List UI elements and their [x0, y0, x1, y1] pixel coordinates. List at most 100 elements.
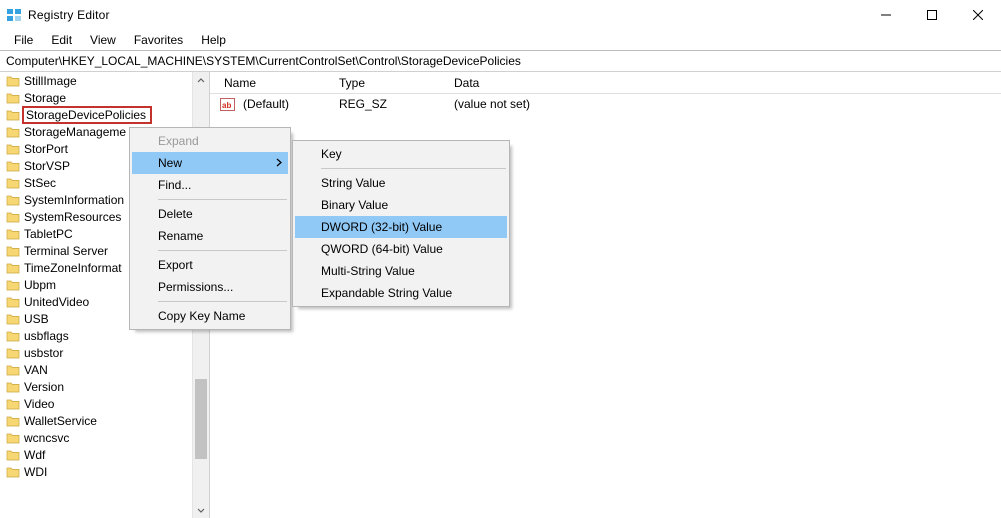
- folder-icon: [6, 74, 20, 88]
- folder-icon: [6, 261, 20, 275]
- folder-icon: [6, 397, 20, 411]
- ctx-new-option[interactable]: String Value: [295, 172, 507, 194]
- ctx-new-option[interactable]: Expandable String Value: [295, 282, 507, 304]
- tree-item-label: SystemInformation: [24, 193, 124, 207]
- tree-item[interactable]: WDI: [0, 463, 192, 480]
- folder-icon: [6, 346, 20, 360]
- menu-file[interactable]: File: [6, 31, 41, 49]
- tree-item-label: StorageDevicePolicies: [22, 106, 152, 124]
- tree-item-label: Storage: [24, 91, 66, 105]
- ctx-new-option[interactable]: Multi-String Value: [295, 260, 507, 282]
- tree-item-label: Video: [24, 397, 54, 411]
- svg-text:ab: ab: [222, 101, 231, 110]
- folder-icon: [6, 193, 20, 207]
- title-bar: Registry Editor: [0, 0, 1001, 30]
- menu-help[interactable]: Help: [193, 31, 234, 49]
- tree-item[interactable]: StillImage: [0, 72, 192, 89]
- folder-icon: [6, 295, 20, 309]
- value-type: REG_SZ: [335, 97, 450, 111]
- folder-icon: [6, 414, 20, 428]
- tree-item[interactable]: Version: [0, 378, 192, 395]
- value-row[interactable]: ab (Default) REG_SZ (value not set): [210, 94, 1001, 114]
- folder-icon: [6, 244, 20, 258]
- tree-item-label: StSec: [24, 176, 56, 190]
- tree-item-label: Wdf: [24, 448, 45, 462]
- scroll-up-button[interactable]: [193, 72, 209, 89]
- ctx-expand[interactable]: Expand: [132, 130, 288, 152]
- column-header-data[interactable]: Data: [450, 73, 1001, 93]
- close-button[interactable]: [955, 0, 1001, 30]
- ctx-new-option[interactable]: Key: [295, 143, 507, 165]
- ctx-separator: [158, 199, 287, 200]
- tree-item[interactable]: Storage: [0, 89, 192, 106]
- tree-item-label: SystemResources: [24, 210, 121, 224]
- folder-icon: [6, 159, 20, 173]
- tree-item-label: WDI: [24, 465, 47, 479]
- folder-icon: [6, 176, 20, 190]
- ctx-new[interactable]: New: [132, 152, 288, 174]
- tree-item[interactable]: Wdf: [0, 446, 192, 463]
- tree-item-label: USB: [24, 312, 49, 326]
- ctx-separator: [158, 301, 287, 302]
- maximize-button[interactable]: [909, 0, 955, 30]
- folder-icon: [6, 278, 20, 292]
- menu-view[interactable]: View: [82, 31, 124, 49]
- ctx-new-option[interactable]: DWORD (32-bit) Value: [295, 216, 507, 238]
- scroll-thumb[interactable]: [195, 379, 207, 459]
- tree-item-label: StorageManageme: [24, 125, 126, 139]
- column-header-type[interactable]: Type: [335, 73, 450, 93]
- ctx-copy-key-name[interactable]: Copy Key Name: [132, 305, 288, 327]
- ctx-separator: [158, 250, 287, 251]
- window-title: Registry Editor: [28, 8, 110, 22]
- regedit-icon: [6, 7, 22, 23]
- string-value-icon: ab: [220, 97, 235, 112]
- tree-item[interactable]: WalletService: [0, 412, 192, 429]
- tree-item-label: Terminal Server: [24, 244, 108, 258]
- menu-favorites[interactable]: Favorites: [126, 31, 191, 49]
- folder-icon: [6, 465, 20, 479]
- tree-item-label: WalletService: [24, 414, 97, 428]
- ctx-new-label: New: [158, 156, 182, 170]
- values-header: Name Type Data: [210, 72, 1001, 94]
- folder-icon: [6, 312, 20, 326]
- folder-icon: [6, 431, 20, 445]
- tree-item[interactable]: StorageDevicePolicies: [0, 106, 192, 123]
- tree-item[interactable]: usbstor: [0, 344, 192, 361]
- submenu-arrow-icon: [276, 156, 282, 170]
- value-data: (value not set): [450, 97, 1001, 111]
- ctx-rename[interactable]: Rename: [132, 225, 288, 247]
- ctx-permissions[interactable]: Permissions...: [132, 276, 288, 298]
- scroll-down-button[interactable]: [193, 501, 209, 518]
- tree-item-label: TimeZoneInformat: [24, 261, 122, 275]
- column-header-name[interactable]: Name: [220, 73, 335, 93]
- tree-item-label: VAN: [24, 363, 48, 377]
- context-menu: Expand New Find... Delete Rename Export …: [129, 127, 291, 330]
- folder-icon: [6, 380, 20, 394]
- ctx-delete[interactable]: Delete: [132, 203, 288, 225]
- tree-item-label: Version: [24, 380, 64, 394]
- ctx-separator: [321, 168, 506, 169]
- folder-icon: [6, 125, 20, 139]
- address-bar[interactable]: Computer\HKEY_LOCAL_MACHINE\SYSTEM\Curre…: [0, 50, 1001, 72]
- ctx-export[interactable]: Export: [132, 254, 288, 276]
- ctx-new-option[interactable]: Binary Value: [295, 194, 507, 216]
- folder-icon: [6, 329, 20, 343]
- ctx-new-option[interactable]: QWORD (64-bit) Value: [295, 238, 507, 260]
- minimize-button[interactable]: [863, 0, 909, 30]
- folder-icon: [6, 448, 20, 462]
- tree-item-label: TabletPC: [24, 227, 73, 241]
- tree-item[interactable]: wcncsvc: [0, 429, 192, 446]
- menu-edit[interactable]: Edit: [43, 31, 80, 49]
- tree-item[interactable]: VAN: [0, 361, 192, 378]
- tree-item-label: StorVSP: [24, 159, 70, 173]
- ctx-find[interactable]: Find...: [132, 174, 288, 196]
- tree-item-label: wcncsvc: [24, 431, 69, 445]
- tree-item[interactable]: Video: [0, 395, 192, 412]
- folder-icon: [6, 227, 20, 241]
- tree-item-label: StillImage: [24, 74, 77, 88]
- folder-icon: [6, 108, 20, 122]
- folder-icon: [6, 91, 20, 105]
- folder-icon: [6, 210, 20, 224]
- tree-item-label: UnitedVideo: [24, 295, 89, 309]
- menu-bar: File Edit View Favorites Help: [0, 30, 1001, 50]
